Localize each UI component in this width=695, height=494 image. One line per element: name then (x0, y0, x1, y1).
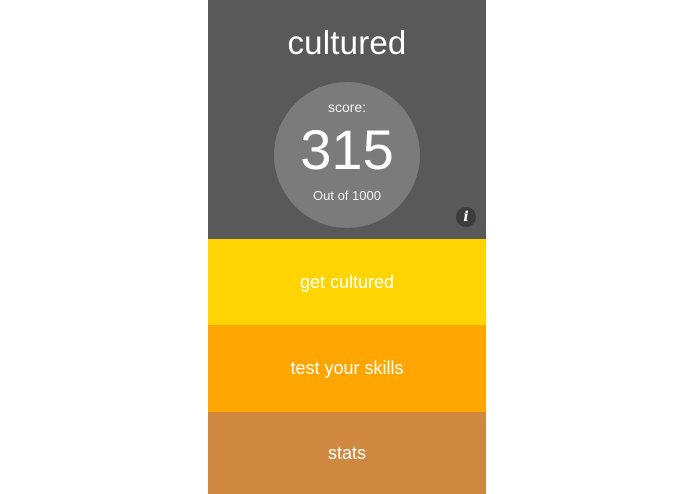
score-circle: score: 315 Out of 1000 (274, 82, 420, 228)
test-your-skills-label: test your skills (290, 358, 404, 378)
stats-label: stats (327, 442, 366, 463)
get-cultured-button[interactable]: get cultured (208, 239, 486, 325)
app-screen: cultured score: 315 Out of 1000 i get cu… (208, 0, 486, 494)
get-cultured-label: get cultured (299, 271, 395, 292)
app-title: cultured (287, 24, 407, 61)
score-label: score: (327, 99, 367, 115)
stats-button[interactable]: stats (208, 412, 486, 494)
info-icon[interactable]: i (456, 207, 476, 227)
test-your-skills-button[interactable]: test your skills (208, 325, 486, 412)
score-out-of: Out of 1000 (313, 188, 381, 203)
score-value: 315 (300, 118, 394, 181)
score-header: cultured score: 315 Out of 1000 i (208, 0, 486, 239)
